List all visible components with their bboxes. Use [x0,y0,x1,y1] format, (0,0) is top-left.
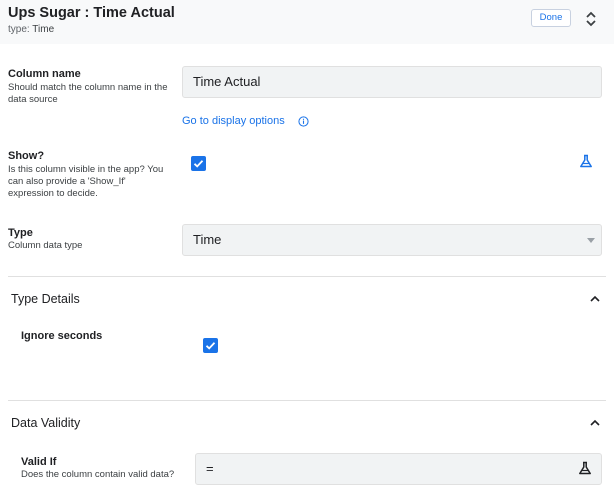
column-name-input[interactable]: Time Actual [182,66,602,98]
flask-icon[interactable] [578,461,592,475]
column-type-caption: type: Time [8,24,54,35]
column-name-label: Column name [8,68,81,80]
info-icon[interactable] [298,116,309,127]
type-details-title[interactable]: Type Details [11,292,80,306]
valid-if-help: Does the column contain valid data? [21,469,175,480]
show-checkbox[interactable] [191,156,206,171]
column-name-help: Should match the column name in the data… [8,82,168,105]
done-button[interactable]: Done [531,9,571,27]
panel-header: Ups Sugar : Time Actual type: Time Done [0,0,614,44]
valid-if-expression-input[interactable]: = [195,453,602,485]
show-label: Show? [8,150,45,162]
panel-title: Ups Sugar : Time Actual [8,5,175,21]
data-validity-title[interactable]: Data Validity [11,416,80,430]
chevron-up-icon[interactable] [589,294,601,304]
ignore-seconds-label: Ignore seconds [21,330,103,342]
ignore-seconds-checkbox[interactable] [203,338,218,353]
display-options-link[interactable]: Go to display options [182,115,285,127]
type-prefix: type: [8,24,30,35]
check-icon [205,342,216,350]
type-help: Column data type [8,240,83,251]
section-divider [8,400,606,401]
chevron-up-icon[interactable] [589,418,601,428]
show-help: Is this column visible in the app? You c… [8,164,164,199]
flask-icon[interactable] [579,154,593,168]
dropdown-arrow-icon[interactable] [587,238,595,243]
type-select[interactable]: Time [182,224,602,256]
type-value: Time [32,24,55,35]
section-divider [8,276,606,277]
type-label: Type [8,227,33,239]
valid-if-label: Valid If [21,456,57,468]
unfold-icon[interactable] [584,9,598,29]
check-icon [193,160,204,168]
